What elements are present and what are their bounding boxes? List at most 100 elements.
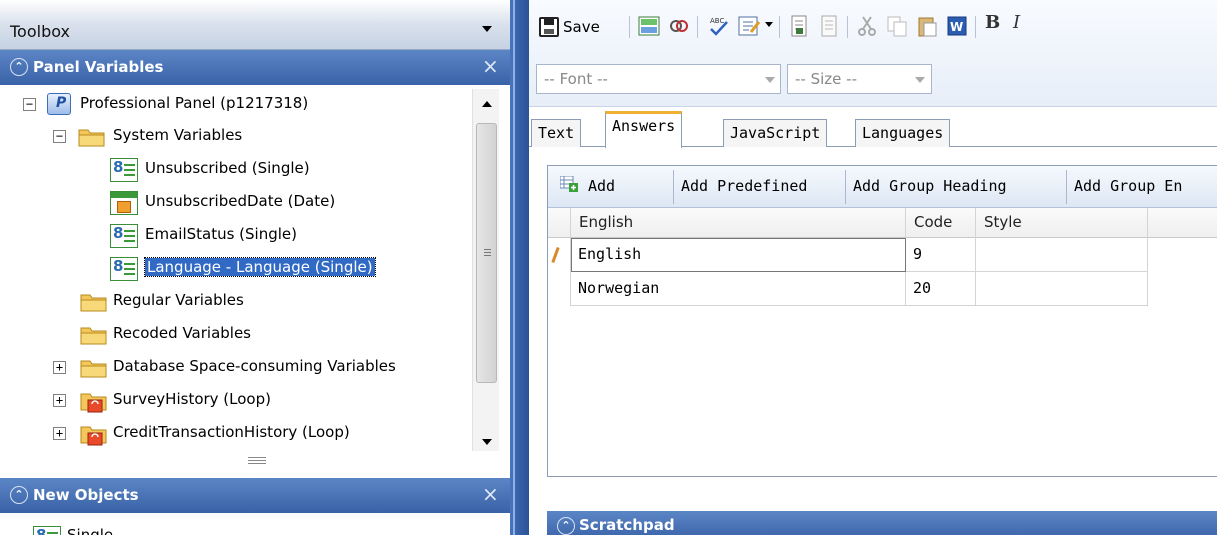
- new-objects-header[interactable]: ⌃ New Objects ×: [0, 478, 510, 513]
- folder-icon: [80, 294, 107, 312]
- chevron-down-icon[interactable]: [482, 26, 492, 32]
- cell-code[interactable]: 9: [906, 238, 976, 272]
- save-label: Save: [563, 18, 600, 36]
- chevron-down-icon: [765, 77, 775, 83]
- expand-tree-icon[interactable]: +: [53, 361, 66, 374]
- chevron-down-icon[interactable]: [765, 22, 773, 27]
- grip-icon: [484, 249, 491, 250]
- scroll-down-icon[interactable]: [482, 439, 492, 445]
- tree-item-label: Recoded Variables: [113, 324, 251, 342]
- tree-item-system-variables[interactable]: − System Variables: [0, 123, 470, 153]
- tree-item-recoded-variables[interactable]: Recoded Variables: [0, 321, 470, 351]
- close-icon[interactable]: ×: [482, 484, 499, 504]
- collapse-icon[interactable]: ⌃: [10, 486, 28, 504]
- size-select[interactable]: -- Size --: [787, 64, 932, 94]
- insert-media-icon[interactable]: [637, 14, 661, 38]
- tree-item-professional-panel[interactable]: − Professional Panel (p1217318): [0, 91, 470, 121]
- tree-item-unsubscribed[interactable]: Unsubscribed (Single): [0, 156, 470, 186]
- row-indicator: [548, 272, 571, 306]
- tab-javascript[interactable]: JavaScript: [723, 119, 828, 147]
- tree-item-credit-transaction-history[interactable]: + CreditTransactionHistory (Loop): [0, 420, 470, 450]
- column-header-code[interactable]: Code: [906, 208, 976, 238]
- tree-item-unsubscribed-date[interactable]: UnsubscribedDate (Date): [0, 189, 470, 219]
- document-icon[interactable]: [787, 14, 811, 38]
- tab-text[interactable]: Text: [531, 119, 582, 147]
- collapse-icon[interactable]: ⌃: [10, 58, 28, 76]
- page-icon[interactable]: [817, 14, 841, 38]
- spellcheck-icon[interactable]: ABC: [707, 14, 731, 38]
- cell-style[interactable]: [976, 272, 1148, 306]
- single-variable-icon: [33, 526, 61, 535]
- tree-item-regular-variables[interactable]: Regular Variables: [0, 288, 470, 318]
- tree-item-email-status[interactable]: EmailStatus (Single): [0, 222, 470, 252]
- toolbar-separator: [779, 16, 780, 38]
- save-icon: [539, 17, 559, 37]
- row-indicator-header: [548, 208, 571, 238]
- bold-button[interactable]: B: [985, 12, 1000, 33]
- tree-item-label: SurveyHistory (Loop): [113, 390, 271, 408]
- panel-variables-header[interactable]: ⌃ Panel Variables ×: [0, 50, 510, 85]
- tree-item-database-space[interactable]: + Database Space-consuming Variables: [0, 354, 470, 384]
- collapse-icon[interactable]: ⌃: [557, 517, 575, 535]
- toolbox-title: Toolbox: [10, 22, 70, 41]
- table-row[interactable]: Norwegian 20: [548, 272, 1148, 306]
- scroll-thumb[interactable]: [476, 123, 497, 383]
- save-button[interactable]: Save: [539, 14, 600, 40]
- panel-variables-title: Panel Variables: [33, 58, 164, 76]
- italic-button[interactable]: I: [1013, 12, 1020, 33]
- scratchpad-header[interactable]: ⌃ Scratchpad: [547, 511, 1217, 535]
- new-objects-title: New Objects: [33, 486, 139, 504]
- single-variable-icon: [110, 158, 138, 182]
- tree-item-survey-history[interactable]: + SurveyHistory (Loop): [0, 387, 470, 417]
- format-icon[interactable]: [737, 14, 761, 38]
- answers-toolbar: Add Add Predefined Add Group Heading Add…: [548, 166, 1217, 208]
- expand-tree-icon[interactable]: +: [53, 394, 66, 407]
- answers-panel: Add Add Predefined Add Group Heading Add…: [529, 147, 1217, 477]
- svg-text:ABC: ABC: [710, 17, 724, 25]
- size-select-value: -- Size --: [795, 70, 857, 88]
- folder-icon: [80, 327, 107, 345]
- tree-item-label: Professional Panel (p1217318): [80, 94, 309, 112]
- cell-english[interactable]: Norwegian: [571, 272, 906, 306]
- date-variable-icon: [110, 191, 138, 215]
- table-row[interactable]: English 9: [548, 238, 1148, 272]
- folder-icon: [80, 360, 107, 378]
- cell-code[interactable]: 20: [906, 272, 976, 306]
- add-predefined-button[interactable]: Add Predefined: [681, 177, 807, 195]
- expand-tree-icon[interactable]: +: [53, 427, 66, 440]
- tab-languages[interactable]: Languages: [855, 119, 951, 147]
- column-header-english[interactable]: English: [571, 208, 906, 238]
- close-icon[interactable]: ×: [482, 56, 499, 76]
- font-select[interactable]: -- Font --: [536, 64, 781, 94]
- toolbox-header[interactable]: Toolbox: [0, 0, 510, 50]
- copy-icon[interactable]: [885, 14, 909, 38]
- svg-text:W: W: [950, 20, 963, 34]
- toolbar-separator: [697, 16, 698, 38]
- cut-icon[interactable]: [855, 14, 879, 38]
- collapse-tree-icon[interactable]: −: [23, 98, 36, 111]
- collapse-tree-icon[interactable]: −: [53, 130, 66, 143]
- add-group-heading-button[interactable]: Add Group Heading: [853, 177, 1007, 195]
- scroll-up-icon[interactable]: [482, 101, 492, 107]
- tree-item-label: Database Space-consuming Variables: [113, 357, 396, 375]
- answers-grid: Add Add Predefined Add Group Heading Add…: [547, 165, 1217, 477]
- toolbar-separator: [673, 170, 674, 204]
- column-header-style[interactable]: Style: [976, 208, 1148, 238]
- pane-splitter[interactable]: [510, 0, 529, 535]
- new-object-label: Single: [67, 526, 114, 535]
- tree-item-language[interactable]: Language - Language (Single): [0, 255, 470, 285]
- scratchpad-title: Scratchpad: [579, 516, 675, 534]
- cell-english[interactable]: English: [571, 238, 906, 272]
- add-group-end-button[interactable]: Add Group En: [1074, 177, 1182, 195]
- tab-answers[interactable]: Answers: [605, 111, 683, 148]
- add-button[interactable]: Add: [588, 177, 615, 195]
- single-variable-icon: [110, 257, 138, 281]
- tree-scrollbar[interactable]: [472, 89, 499, 451]
- row-indicator: [548, 238, 571, 272]
- paste-word-icon[interactable]: W: [945, 14, 969, 38]
- link-icon[interactable]: [667, 14, 691, 38]
- tree-item-label: CreditTransactionHistory (Loop): [113, 423, 350, 441]
- cell-style[interactable]: [976, 238, 1148, 272]
- resize-handle[interactable]: [248, 457, 266, 458]
- paste-icon[interactable]: [915, 14, 939, 38]
